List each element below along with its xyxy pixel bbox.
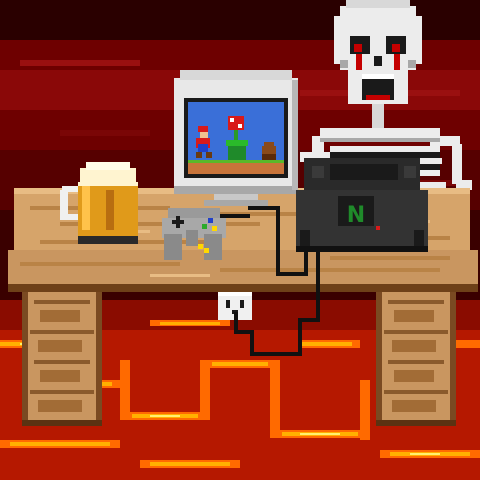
goomba-sprite [262,142,276,160]
console-logo: N [347,203,365,228]
pixel-art-canvas: N [0,0,480,480]
desk-right-leg [376,285,456,426]
game-console-icon: N [296,158,428,252]
game-scene: N [0,0,480,480]
monitor-screen [184,98,288,178]
desk-left-leg [22,285,102,426]
crt-monitor-icon [174,70,298,206]
